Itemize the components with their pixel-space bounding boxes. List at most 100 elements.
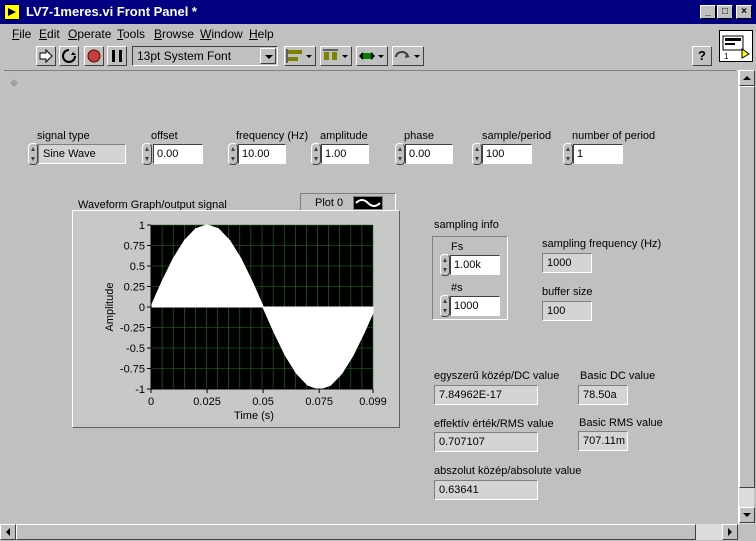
vertical-scrollbar[interactable]	[738, 70, 755, 524]
number-of-period-input[interactable]: 1	[573, 144, 623, 164]
x-tick-label: 0	[148, 396, 154, 408]
y-tick-label: -0.5	[126, 343, 145, 355]
title-bar: LV7-1meres.vi Front Panel * _ □ ×	[0, 0, 756, 24]
data-point	[307, 384, 309, 386]
y-tick-label: 0.25	[124, 282, 145, 294]
data-point	[184, 240, 186, 242]
menu-edit[interactable]: Edit	[39, 27, 60, 41]
signal-type-label: signal type	[37, 130, 90, 142]
basic-dc-indicator: 78.50a	[578, 385, 628, 405]
offset-increment[interactable]	[142, 143, 152, 165]
x-axis-title: Time (s)	[234, 410, 274, 422]
data-point	[251, 281, 253, 283]
scroll-left-button[interactable]	[0, 524, 16, 540]
dc-value-label: egyszerű közép/DC value	[434, 370, 560, 382]
data-point	[172, 258, 175, 260]
amplitude-increment[interactable]	[311, 143, 321, 165]
vertical-scroll-thumb[interactable]	[739, 86, 755, 488]
data-point	[195, 228, 197, 230]
run-button[interactable]	[36, 46, 56, 66]
data-point	[228, 240, 231, 242]
sample-period-input[interactable]: 100	[482, 144, 532, 164]
sample-period-label: sample/period	[482, 130, 552, 142]
menu-bar: File Edit Operate Tools Browse Window He…	[0, 24, 756, 44]
menu-help[interactable]: Help	[249, 27, 274, 41]
frequency-input[interactable]: 10.00	[238, 144, 286, 164]
scroll-corner	[738, 524, 756, 541]
font-selector[interactable]: 13pt System Font	[132, 46, 278, 66]
pause-button[interactable]	[107, 46, 127, 66]
offset-input[interactable]: 0.00	[153, 144, 203, 164]
horizontal-scrollbar[interactable]	[0, 524, 738, 540]
distribute-objects-dropdown[interactable]	[320, 46, 352, 66]
font-selector-value: 13pt System Font	[137, 49, 232, 63]
resize-objects-dropdown[interactable]	[356, 46, 388, 66]
scroll-up-button[interactable]	[739, 70, 755, 86]
x-tick-label: 0.05	[252, 396, 273, 408]
x-tick-label: 0.025	[193, 396, 221, 408]
fs-label: Fs	[451, 241, 464, 253]
labview-app-icon[interactable]	[4, 4, 20, 20]
chevron-right-icon	[728, 528, 732, 536]
fs-input[interactable]: 1.00k	[450, 255, 500, 275]
signal-type-ring[interactable]: Sine Wave	[38, 144, 126, 164]
chevron-left-icon	[6, 528, 10, 536]
waveform-graph[interactable]: 1 0.75 0.5 0.25 0 -0.25 -0.5 -0.75 -1 0 0.025 0.05 0…	[72, 210, 400, 428]
rms-value-indicator: 0.707107	[434, 432, 538, 452]
dc-value-indicator: 7.84962E-17	[434, 385, 538, 405]
ns-input[interactable]: 1000	[450, 296, 500, 316]
distribute-objects-icon	[323, 49, 348, 60]
reorder-dropdown[interactable]	[392, 46, 424, 66]
menu-window[interactable]: Window	[200, 27, 243, 41]
data-point	[341, 372, 343, 374]
offset-label: offset	[151, 130, 178, 142]
data-point	[329, 384, 331, 386]
menu-file[interactable]: File	[12, 27, 31, 41]
number-of-period-increment[interactable]	[563, 143, 573, 165]
origin-marker-icon	[10, 79, 18, 87]
abort-button[interactable]	[84, 46, 104, 66]
basic-dc-label: Basic DC value	[580, 370, 656, 382]
data-point	[217, 228, 219, 230]
scroll-down-button[interactable]	[739, 507, 755, 523]
y-tick-label: 1	[139, 220, 145, 232]
run-continuously-button[interactable]	[59, 46, 79, 66]
horizontal-scroll-thumb[interactable]	[16, 524, 696, 540]
reorder-icon	[395, 51, 420, 58]
data-point	[273, 331, 275, 333]
minimize-button[interactable]: _	[700, 5, 716, 19]
chevron-down-icon[interactable]	[260, 48, 276, 64]
chevron-up-icon	[743, 76, 751, 80]
abort-icon	[87, 49, 101, 63]
maximize-button[interactable]: □	[717, 5, 733, 19]
menu-tools[interactable]: Tools	[117, 27, 145, 41]
y-axis-title: Amplitude	[104, 283, 116, 332]
sample-period-increment[interactable]	[472, 143, 482, 165]
amplitude-input[interactable]: 1.00	[321, 144, 369, 164]
phase-increment[interactable]	[395, 143, 405, 165]
scroll-right-button[interactable]	[722, 524, 738, 540]
fs-increment[interactable]	[440, 254, 450, 276]
resize-objects-icon	[359, 52, 384, 60]
frequency-increment[interactable]	[228, 143, 238, 165]
vi-connector-icon[interactable]: 1	[719, 30, 753, 62]
menu-operate[interactable]: Operate	[68, 27, 111, 41]
context-help-button[interactable]: ?	[692, 46, 712, 66]
chevron-down-icon	[743, 513, 751, 517]
ns-increment[interactable]	[440, 295, 450, 317]
rms-value-label: effektív érték/RMS value	[434, 418, 554, 430]
sampling-info-label: sampling info	[434, 219, 499, 231]
data-point	[240, 258, 242, 260]
y-tick-label: 0.5	[130, 261, 145, 273]
run-icon	[39, 48, 53, 64]
menu-browse[interactable]: Browse	[154, 27, 194, 41]
plot-style-swatch-icon[interactable]	[353, 196, 383, 210]
toolbar: 13pt System Font	[0, 44, 756, 70]
sampling-frequency-indicator: 1000	[542, 253, 592, 273]
data-point	[284, 354, 287, 356]
align-objects-dropdown[interactable]	[284, 46, 316, 66]
close-button[interactable]: ×	[736, 5, 752, 19]
x-tick-label: 0.075	[305, 396, 333, 408]
signal-type-increment[interactable]	[28, 143, 38, 165]
phase-input[interactable]: 0.00	[405, 144, 453, 164]
